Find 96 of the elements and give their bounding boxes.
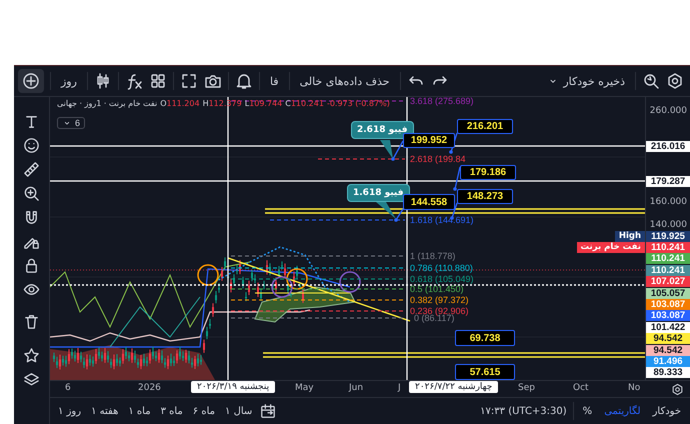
time-label: J: [398, 383, 401, 393]
price-tag-title: نفت خام برنت: [576, 242, 645, 253]
scale-mode-button[interactable]: %: [580, 406, 596, 416]
price-tag-title: High: [614, 230, 645, 242]
price-note: 57.615: [455, 364, 515, 380]
price-tag: 103.087: [646, 310, 690, 322]
time-label: Jun: [349, 383, 364, 393]
price-tag: 110.241: [646, 242, 690, 253]
price-tag: 91.496: [646, 356, 690, 367]
clock-time: ۱۷:۳۳ (UTC+3:30): [480, 406, 567, 416]
clear-gaps-button[interactable]: حذف داده‌های خالی: [296, 72, 394, 90]
price-note: 199.952: [403, 133, 455, 148]
price-tag: 110.241: [646, 253, 690, 264]
magnifier-icon[interactable]: [642, 72, 660, 90]
range-button[interactable]: ۱ روز: [56, 406, 84, 416]
leader-line: [453, 166, 461, 191]
range-button[interactable]: ۱ سال: [223, 406, 254, 416]
autosave-button[interactable]: ذخیره خودکار: [543, 72, 629, 90]
circle-marker: [197, 264, 219, 286]
trash-icon[interactable]: [23, 313, 40, 330]
ohlc-value: O111.204: [160, 99, 200, 108]
fib-level-label: 0.382 (97.372): [410, 295, 469, 305]
callout-pointer: [380, 140, 393, 159]
price-tag: 103.087: [646, 298, 690, 310]
time-label: 2026: [138, 383, 161, 393]
price-tick: 160.000: [650, 196, 687, 208]
fib-level-label: 0.5 (101.450): [410, 284, 464, 294]
circle-marker: [286, 268, 308, 290]
leader-line: [394, 208, 404, 222]
scale-mode-button[interactable]: خودکار: [650, 406, 684, 416]
time-label: 6: [65, 383, 71, 393]
price-tag: 216.016: [646, 140, 690, 152]
change-value: -0.973 (-0.87%): [326, 99, 390, 108]
time-label: Oct: [573, 383, 589, 393]
range-button[interactable]: ۶ ماه: [190, 406, 217, 416]
symbol-title: نفت خام برنت · 1روز · جهانی: [57, 99, 158, 108]
price-tag: 179.287: [646, 176, 690, 186]
range-button[interactable]: ۱ هفته: [89, 406, 120, 416]
fib-level-label: 0.236 (92.906): [410, 306, 469, 316]
price-note: 216.201: [457, 119, 513, 134]
price-tick: 260.000: [650, 106, 687, 116]
interval-button[interactable]: روز: [57, 72, 81, 90]
add-button[interactable]: [18, 69, 44, 93]
calendar-icon[interactable]: [260, 403, 276, 419]
time-label: No: [628, 383, 640, 393]
layers-icon[interactable]: [23, 371, 40, 388]
fib-level-label: 1 (118.778): [410, 251, 456, 261]
price-note: 148.273: [457, 189, 513, 204]
range-button[interactable]: ۳ ماه: [158, 406, 185, 416]
cursor-date-label: پنجشنبه ۲۰۲۶/۳/۱۹: [191, 381, 276, 393]
magnet-icon[interactable]: [23, 209, 40, 226]
settings-icon[interactable]: [666, 72, 684, 90]
price-note: 69.738: [455, 330, 515, 346]
fib-level-label: 2.618 (199.84: [410, 154, 466, 164]
grid-icon[interactable]: [148, 72, 167, 90]
range-button[interactable]: ۱ ماه: [126, 406, 153, 416]
scale-mode-button[interactable]: لگاریتمی: [601, 406, 644, 416]
circle-marker: [339, 271, 361, 293]
circle-marker: [271, 276, 293, 298]
fib-level-label: 0.618 (105.049): [410, 274, 474, 284]
smiley-icon[interactable]: [23, 137, 40, 154]
indicators-toggle[interactable]: 6: [57, 117, 86, 129]
time-label: Sep: [518, 383, 535, 393]
price-tag: 94.542: [646, 344, 690, 356]
settings-icon[interactable]: [671, 383, 684, 396]
fib-level-label: 0 (86.117): [414, 313, 454, 323]
fib-level-label: 0.786 (110.880): [410, 263, 473, 273]
leader-line: [449, 132, 458, 154]
callout-pointer: [376, 202, 396, 219]
ohlc-value: L109.744: [244, 99, 282, 108]
ohlc-value: C110.241: [285, 99, 324, 108]
cursor-date-label: چهارشنبه ۲۰۲۶/۷/۲۲: [409, 381, 498, 393]
fib-level-label: 3.618 (275.689): [410, 97, 474, 106]
price-note: 179.186: [460, 165, 516, 180]
zoom-in-icon[interactable]: [23, 185, 40, 202]
plus-icon: [22, 72, 40, 90]
price-note: 144.558: [403, 194, 455, 210]
bell-icon[interactable]: [234, 72, 253, 90]
leader-line: [391, 140, 404, 161]
language-button[interactable]: فا: [266, 72, 283, 90]
lock-icon[interactable]: [23, 257, 40, 274]
price-tag: 119.925: [646, 230, 690, 242]
eye-icon[interactable]: [23, 281, 40, 298]
ruler-icon[interactable]: [23, 161, 40, 178]
price-tag: 110.241: [646, 264, 690, 276]
price-tag: 105.057: [646, 288, 690, 298]
text-icon[interactable]: [23, 113, 40, 130]
price-tag: 107.027: [646, 276, 690, 288]
price-tag: 94.542: [646, 333, 690, 344]
price-tick: 140.000: [650, 220, 687, 230]
time-label: May: [295, 383, 314, 393]
fib-level-label: 1.618 (144.691): [410, 215, 474, 225]
star-icon[interactable]: [23, 347, 40, 364]
price-tag: 89.333: [646, 367, 690, 378]
price-tag: 101.422: [646, 322, 690, 333]
fullscreen-icon[interactable]: [180, 72, 198, 90]
